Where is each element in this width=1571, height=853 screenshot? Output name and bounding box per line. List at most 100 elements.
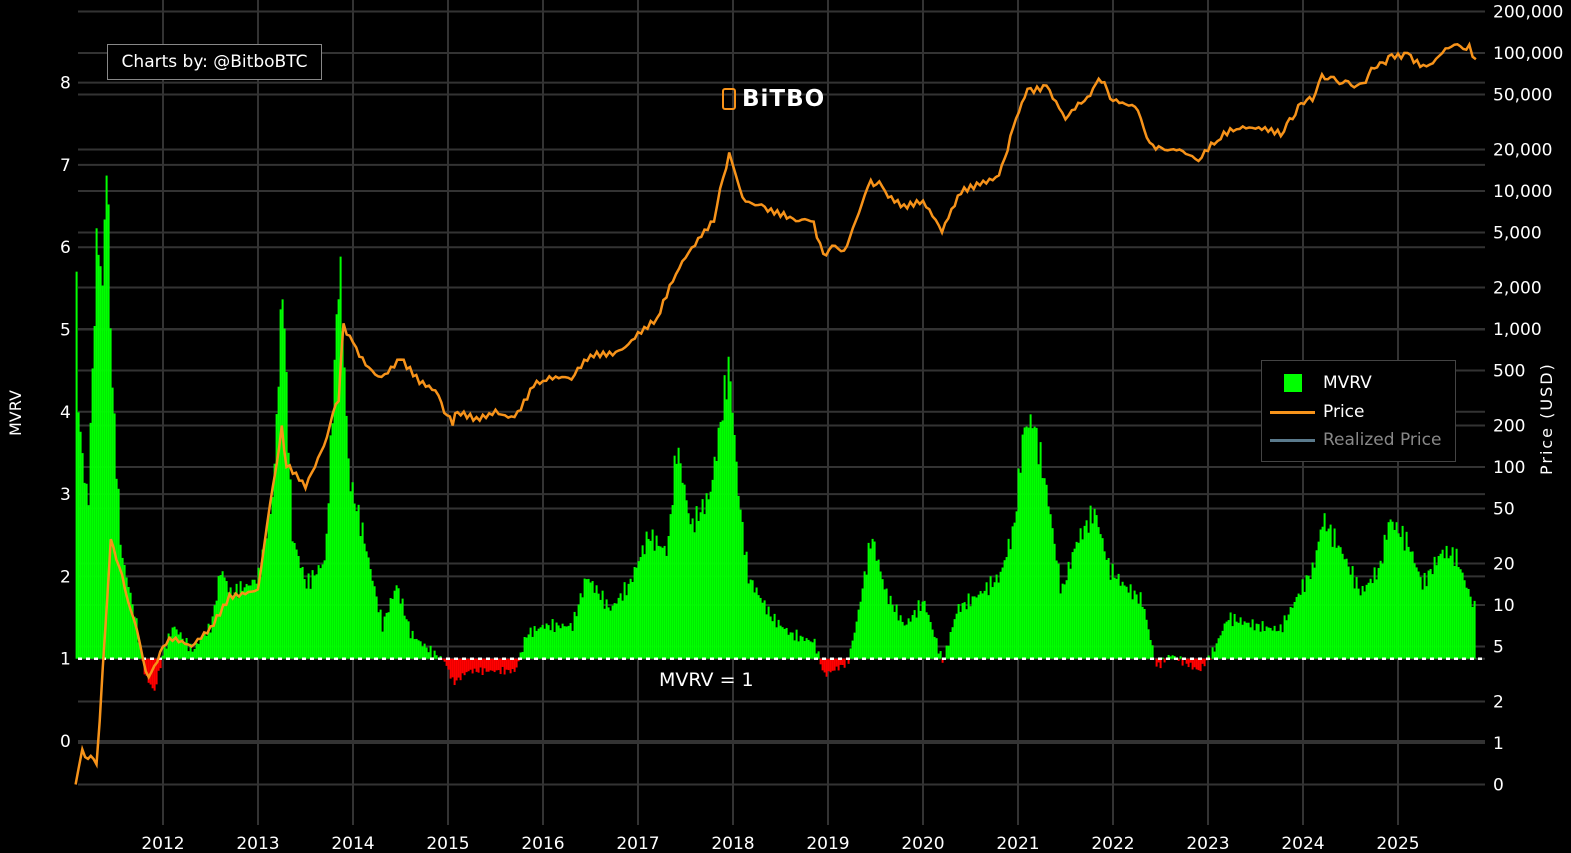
mvrv-bar xyxy=(487,658,490,672)
mvrv-bar xyxy=(283,328,286,659)
mvrv-bar xyxy=(1415,567,1418,659)
mvrv-bar xyxy=(691,518,694,659)
mvrv-bar xyxy=(867,542,870,659)
mvrv-bar xyxy=(1381,563,1384,659)
mvrv-bar xyxy=(861,588,864,659)
mvrv-bar xyxy=(1045,484,1048,659)
mvrv-bar xyxy=(491,658,494,671)
mvrv-bar xyxy=(901,621,904,659)
mvrv-bar xyxy=(721,420,724,659)
mvrv-bar xyxy=(601,590,604,659)
mvrv-bar xyxy=(1179,656,1182,659)
mvrv-bar xyxy=(1251,619,1254,659)
mvrv-bar xyxy=(697,520,700,659)
legend-item-realized-price[interactable]: Realized Price xyxy=(1270,430,1441,450)
mvrv-bar xyxy=(617,597,620,659)
mvrv-bar xyxy=(1273,625,1276,659)
mvrv-bar xyxy=(265,538,268,659)
left-tick-label: 3 xyxy=(60,485,71,505)
mvrv-bar xyxy=(567,625,570,659)
mvrv-bar xyxy=(417,640,420,659)
mvrv-bar xyxy=(1303,591,1306,659)
mvrv-bar xyxy=(999,571,1002,659)
mvrv-bar xyxy=(369,569,372,659)
mvrv-bar xyxy=(493,658,496,673)
mvrv-bar xyxy=(1453,565,1456,659)
legend-item-price[interactable]: Price xyxy=(1270,402,1364,422)
mvrv-bar xyxy=(837,658,840,671)
mvrv-bar xyxy=(489,658,492,671)
x-tick-label: 2017 xyxy=(616,834,659,853)
mvrv-bar xyxy=(1305,575,1308,659)
mvrv-bar xyxy=(909,621,912,659)
mvrv-bar xyxy=(1039,442,1042,659)
mvrv-bar xyxy=(633,566,636,659)
mvrv-bar xyxy=(1009,549,1012,659)
mvrv-bar xyxy=(117,488,120,659)
mvrv-bar xyxy=(427,652,430,659)
mvrv-bar xyxy=(733,434,736,659)
x-tick-label: 2013 xyxy=(236,834,279,853)
x-tick-label: 2014 xyxy=(331,834,374,853)
legend-item-mvrv[interactable]: MVRV xyxy=(1270,373,1372,393)
mvrv-bar xyxy=(1323,513,1326,659)
mvrv-bar xyxy=(773,613,776,659)
mvrv-bar xyxy=(717,427,720,659)
mvrv-bar xyxy=(955,613,958,659)
mvrv-bar xyxy=(1301,579,1304,659)
mvrv-bar xyxy=(171,627,174,659)
left-tick-label: 6 xyxy=(60,238,71,258)
left-tick-label: 5 xyxy=(60,321,71,341)
mvrv-bar xyxy=(89,422,92,659)
mvrv-bar xyxy=(555,622,558,659)
mvrv-bar xyxy=(979,591,982,659)
mvrv-bar xyxy=(1405,531,1408,659)
mvrv-bar xyxy=(1461,572,1464,659)
mvrv-bar xyxy=(849,648,852,659)
mvrv-bar xyxy=(569,623,572,659)
mvrv-bar xyxy=(1155,658,1158,667)
mvrv-bar xyxy=(347,458,350,659)
mvrv-bar xyxy=(907,618,910,659)
mvrv-bar xyxy=(329,435,332,659)
mvrv-bar xyxy=(807,639,810,659)
mvrv-bar xyxy=(781,627,784,659)
mvrv-bar xyxy=(305,588,308,659)
mvrv-bar xyxy=(473,658,476,669)
mvrv-bar xyxy=(1379,560,1382,659)
mvrv-bar xyxy=(667,536,670,659)
mvrv-bar xyxy=(649,540,652,659)
mvrv-bar xyxy=(451,658,454,678)
mvrv-bar xyxy=(859,601,862,659)
right-tick-label: 1,000 xyxy=(1493,320,1542,340)
bitbo-logo-icon xyxy=(722,88,736,110)
mvrv-bar xyxy=(1277,630,1280,659)
mvrv-bar xyxy=(455,658,458,681)
mvrv-bar xyxy=(543,628,546,659)
mvrv-bar xyxy=(1043,478,1046,659)
mvrv-bar xyxy=(1001,567,1004,659)
mvrv-bar xyxy=(309,588,312,659)
mvrv-bar xyxy=(1211,647,1214,659)
legend-label: Price xyxy=(1323,402,1365,422)
mvrv-bar xyxy=(983,590,986,659)
mvrv-bar xyxy=(311,570,314,659)
mvrv-bar xyxy=(865,574,868,659)
mvrv-bar xyxy=(315,574,318,659)
mvrv-bar xyxy=(1373,567,1376,659)
mvrv-bar xyxy=(1093,508,1096,659)
mvrv-bar xyxy=(947,645,950,659)
mvrv-bar xyxy=(1369,578,1372,659)
mvrv-bar xyxy=(503,658,506,675)
mvrv-bar xyxy=(749,579,752,659)
mvrv-bar xyxy=(923,600,926,659)
mvrv-bar xyxy=(355,511,358,659)
mvrv-bar xyxy=(873,541,876,659)
mvrv-bar xyxy=(1199,658,1202,672)
mvrv-bar xyxy=(217,576,220,659)
mvrv-bar xyxy=(699,512,702,659)
mvrv-bar xyxy=(953,619,956,659)
mvrv-bar xyxy=(939,651,942,659)
mvrv-bar xyxy=(997,582,1000,659)
mvrv-bar xyxy=(821,658,824,671)
